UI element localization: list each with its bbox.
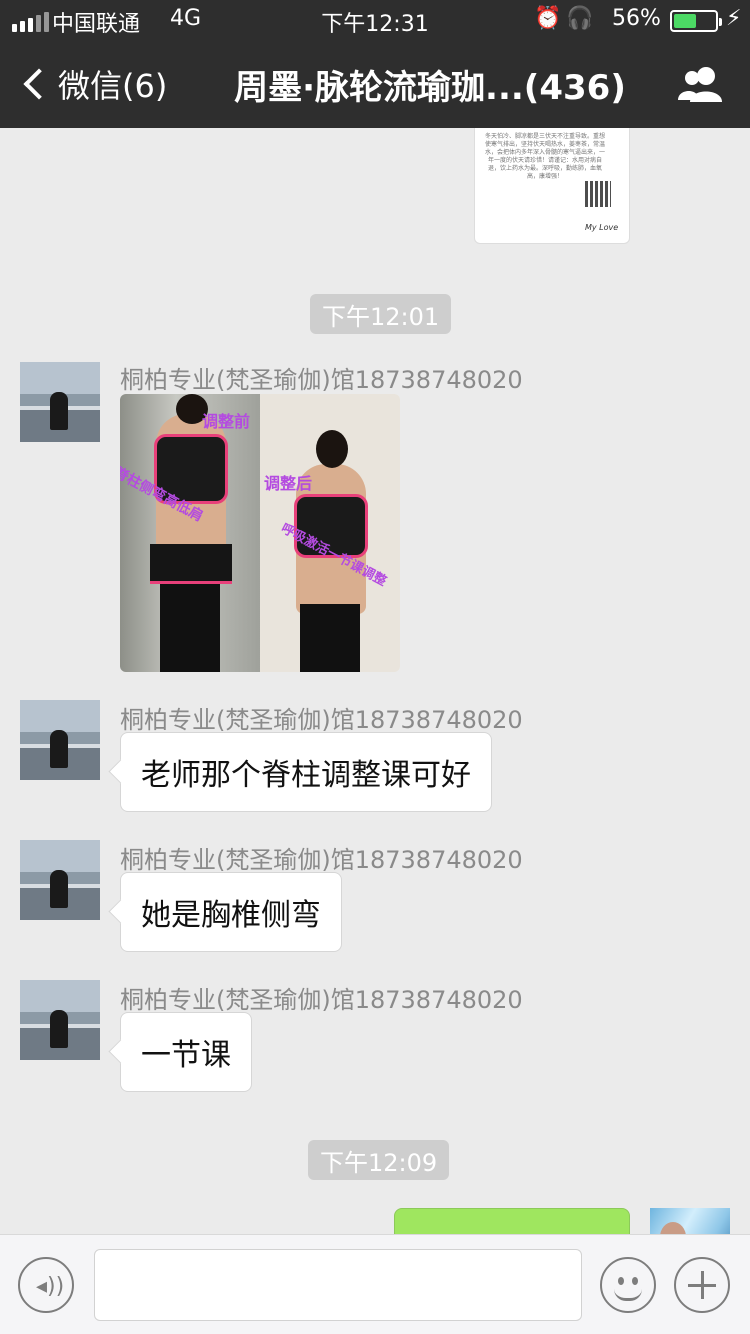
shared-image-signature: My Love <box>585 223 619 232</box>
headphones-icon: 🎧 <box>566 6 594 31</box>
timestamp: 下午12:01 <box>310 294 452 334</box>
sender-name: 桐柏专业(梵圣瑜伽)馆18738748020 <box>120 366 523 394</box>
image-caption: 调整前 <box>202 412 251 431</box>
timestamp: 下午12:09 <box>308 1140 450 1180</box>
emoji-button[interactable] <box>600 1257 656 1313</box>
group-members-icon[interactable] <box>676 64 726 104</box>
image-before: 调整前 脊柱侧弯高低肩 <box>120 394 260 672</box>
alarm-icon: ⏰ <box>534 6 562 31</box>
my-avatar[interactable] <box>650 1208 730 1234</box>
message-bubble[interactable]: 一节课 <box>120 1012 252 1092</box>
image-after: 调整后 呼吸激活一节课调整 <box>260 394 400 672</box>
message-bubble[interactable]: 老师那个脊柱调整课可好 <box>120 732 492 812</box>
figure-legs <box>300 604 360 672</box>
image-caption: 调整后 <box>264 474 313 493</box>
emoji-icon <box>618 1277 624 1285</box>
avatar-figure <box>50 392 68 430</box>
avatar-figure <box>50 870 68 908</box>
battery-fill <box>674 14 696 28</box>
avatar[interactable] <box>20 362 100 442</box>
battery-percent: 56% <box>612 6 661 31</box>
shared-image-text: 冬天怕冷、脚凉都是三伏天不注重导致。重想使寒气排出，坚持伏天喝热水，姜枣茶，常温… <box>485 133 606 180</box>
input-bar: ◂)) <box>0 1234 750 1334</box>
avatar-figure <box>50 730 68 768</box>
back-chevron-icon <box>23 68 55 100</box>
sender-name: 桐柏专业(梵圣瑜伽)馆18738748020 <box>120 986 523 1014</box>
message-image[interactable]: 调整前 脊柱侧弯高低肩 调整后 呼吸激活一节课调整 <box>120 394 400 672</box>
sent-message-bubble[interactable] <box>394 1208 630 1234</box>
chat-area[interactable]: 冬天怕冷、脚凉都是三伏天不注重导致。重想使寒气排出，坚持伏天喝热水，姜枣茶，常温… <box>0 128 750 1234</box>
header: 中国联通 4G 下午12:31 ⏰ 🎧 56% ⚡ 微信(6) 周墨·脉轮流瑜珈… <box>0 0 750 128</box>
back-label: 微信(6) <box>58 67 168 105</box>
sender-name: 桐柏专业(梵圣瑜伽)馆18738748020 <box>120 706 523 734</box>
figure-legs <box>160 584 220 672</box>
voice-icon: ◂)) <box>36 1274 65 1299</box>
message-input[interactable] <box>94 1249 582 1321</box>
emoji-eye <box>632 1277 638 1285</box>
charging-icon: ⚡ <box>726 6 742 31</box>
message-bubble[interactable]: 她是胸椎侧弯 <box>120 872 342 952</box>
shared-image-card[interactable]: 冬天怕冷、脚凉都是三伏天不注重导致。重想使寒气排出，坚持伏天喝热水，姜枣茶，常温… <box>474 128 630 244</box>
chat-title: 周墨·脉轮流瑜珈...(436) <box>234 67 626 108</box>
my-avatar-face <box>660 1222 686 1234</box>
back-button[interactable]: 微信(6) <box>18 60 167 108</box>
status-bar: 中国联通 4G 下午12:31 ⏰ 🎧 56% ⚡ <box>0 0 750 40</box>
avatar[interactable] <box>20 840 100 920</box>
avatar-figure <box>50 1010 68 1048</box>
battery-nub <box>719 18 722 26</box>
qr-code <box>585 181 611 207</box>
avatar[interactable] <box>20 700 100 780</box>
avatar[interactable] <box>20 980 100 1060</box>
battery-icon <box>670 10 722 32</box>
emoji-mouth <box>614 1289 642 1301</box>
figure-head <box>316 430 348 468</box>
figure-shorts <box>150 544 232 584</box>
plus-icon-vertical <box>701 1271 704 1299</box>
plus-button[interactable] <box>674 1257 730 1313</box>
voice-button[interactable]: ◂)) <box>18 1257 74 1313</box>
sender-name: 桐柏专业(梵圣瑜伽)馆18738748020 <box>120 846 523 874</box>
